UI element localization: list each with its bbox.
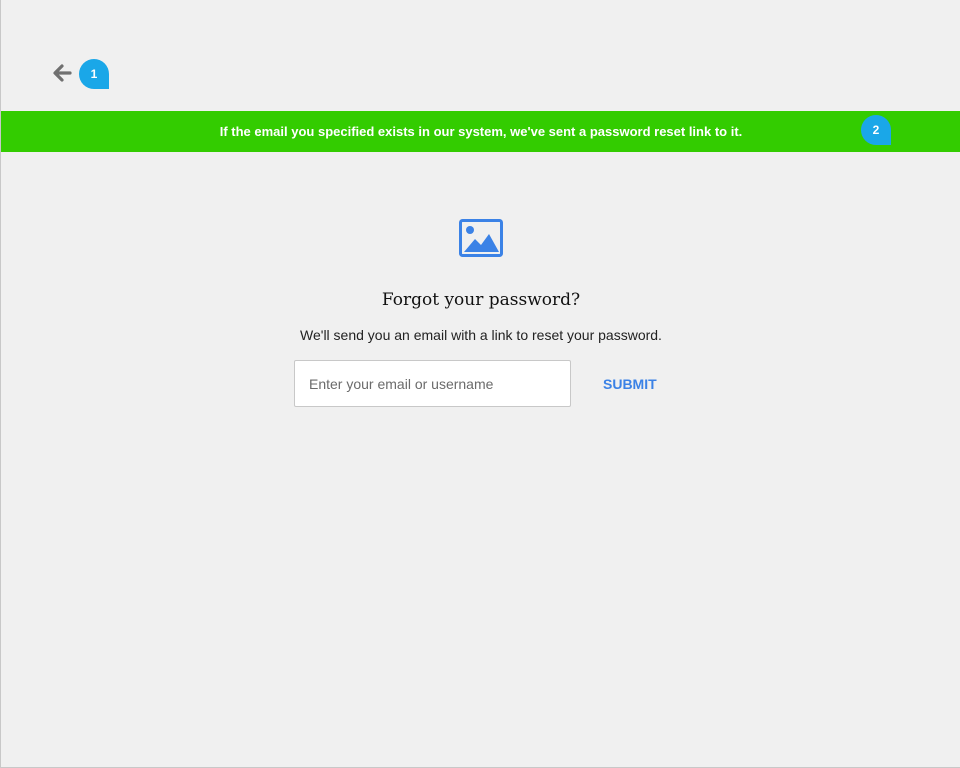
annotation-marker-label: 2 (872, 123, 880, 137)
page-title: Forgot your password? (381, 290, 581, 310)
back-button[interactable] (51, 62, 73, 84)
annotation-marker-label: 1 (90, 67, 98, 81)
arrow-left-icon (53, 64, 72, 82)
annotation-marker-1: 1 (79, 59, 109, 89)
success-banner: If the email you specified exists in our… (1, 111, 960, 152)
submit-button[interactable]: SUBMIT (597, 370, 663, 398)
page-subtitle: We'll send you an email with a link to r… (300, 327, 662, 343)
image-placeholder-icon (459, 219, 503, 257)
annotation-marker-2: 2 (861, 115, 891, 145)
email-or-username-input[interactable] (294, 360, 571, 407)
banner-message: If the email you specified exists in our… (219, 124, 743, 139)
